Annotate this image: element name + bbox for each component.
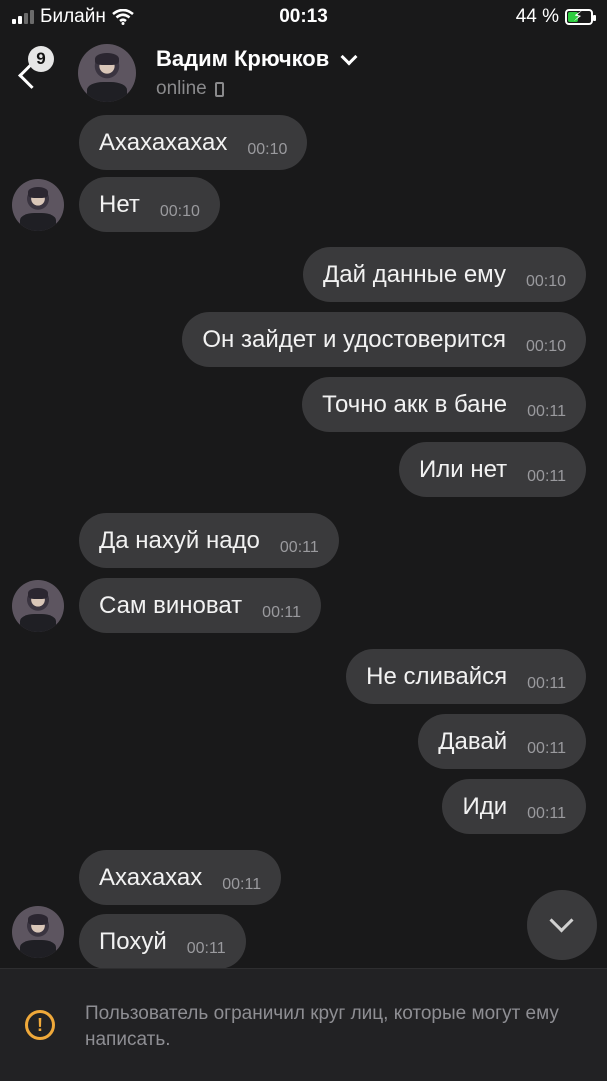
message-time: 00:11 bbox=[186, 939, 226, 957]
message-time: 00:11 bbox=[527, 402, 566, 420]
message-bubble-outgoing[interactable]: Он зайдет и удостоверится 00:10 bbox=[182, 312, 586, 367]
message-bubble-outgoing[interactable]: Не сливайся 00:11 bbox=[346, 649, 586, 704]
message-bubble-incoming[interactable]: Нет 00:10 bbox=[79, 177, 220, 232]
message-time: 00:11 bbox=[262, 603, 302, 621]
chat-header: 9 Вадим Крючков online bbox=[0, 34, 607, 114]
battery-icon: ⚡ bbox=[565, 8, 596, 25]
message-bubble-outgoing[interactable]: Или нет 00:11 bbox=[399, 442, 586, 497]
message-text: Дай данные ему bbox=[323, 260, 506, 288]
charging-icon: ⚡ bbox=[573, 8, 583, 24]
message-bubble-incoming[interactable]: Да нахуй надо 00:11 bbox=[79, 513, 339, 568]
presence-status: online bbox=[156, 78, 207, 99]
restriction-notice: ! Пользователь ограничил круг лиц, котор… bbox=[0, 968, 607, 1081]
message-bubble-incoming[interactable]: Ахахахахах 00:10 bbox=[79, 115, 308, 170]
message-time: 00:11 bbox=[527, 674, 566, 692]
message-bubble-outgoing[interactable]: Иди 00:11 bbox=[442, 779, 586, 834]
status-right: 44 % ⚡ bbox=[515, 6, 596, 28]
message-text: Похуй bbox=[99, 927, 167, 955]
message-bubble-outgoing[interactable]: Дай данные ему 00:10 bbox=[303, 247, 586, 302]
message-bubble-incoming[interactable]: Сам виноват 00:11 bbox=[79, 578, 322, 633]
message-time: 00:11 bbox=[527, 804, 566, 822]
sender-avatar[interactable] bbox=[12, 580, 64, 632]
contact-title[interactable]: Вадим Крючков bbox=[156, 46, 358, 72]
message-bubble-incoming[interactable]: Похуй 00:11 bbox=[79, 914, 246, 969]
battery-percent: 44 % bbox=[515, 6, 559, 27]
message-time: 00:11 bbox=[222, 875, 262, 893]
message-text: Точно акк в бане bbox=[322, 390, 508, 418]
message-text: Да нахуй надо bbox=[99, 526, 260, 554]
message-time: 00:10 bbox=[525, 272, 566, 290]
status-bar: Билайн 00:13 44 % ⚡ bbox=[0, 0, 607, 34]
mobile-phone-icon bbox=[214, 81, 224, 97]
message-bubble-outgoing[interactable]: Давай 00:11 bbox=[418, 714, 586, 769]
scroll-to-bottom-button[interactable] bbox=[527, 890, 597, 960]
message-text: Нет bbox=[99, 190, 140, 218]
contact-name[interactable]: Вадим Крючков bbox=[156, 46, 329, 72]
warning-icon: ! bbox=[25, 1010, 55, 1040]
message-text: Давай bbox=[438, 727, 508, 755]
message-time: 00:11 bbox=[527, 467, 566, 485]
message-bubble-incoming[interactable]: Ахахахах 00:11 bbox=[79, 850, 282, 905]
sender-avatar[interactable] bbox=[12, 179, 64, 231]
message-text: Ахахахахах bbox=[99, 128, 228, 156]
message-text: Сам виноват bbox=[99, 591, 243, 619]
message-time: 00:10 bbox=[525, 337, 566, 355]
message-text: Ахахахах bbox=[99, 863, 203, 891]
unread-badge: 9 bbox=[28, 46, 54, 72]
chevron-down-icon[interactable] bbox=[340, 48, 358, 66]
message-text: Он зайдет и удостоверится bbox=[202, 325, 506, 353]
contact-avatar[interactable] bbox=[78, 44, 136, 102]
message-time: 00:10 bbox=[159, 202, 200, 220]
message-time: 00:10 bbox=[247, 140, 288, 158]
message-text: Или нет bbox=[419, 455, 508, 483]
message-time: 00:11 bbox=[279, 538, 319, 556]
sender-avatar[interactable] bbox=[12, 906, 64, 958]
presence-row: online bbox=[156, 78, 224, 100]
message-text: Не сливайся bbox=[366, 662, 508, 690]
message-text: Иди bbox=[462, 792, 508, 820]
message-bubble-outgoing[interactable]: Точно акк в бане 00:11 bbox=[302, 377, 586, 432]
message-time: 00:11 bbox=[527, 739, 566, 757]
notice-text: Пользователь ограничил круг лиц, которые… bbox=[85, 1003, 559, 1050]
